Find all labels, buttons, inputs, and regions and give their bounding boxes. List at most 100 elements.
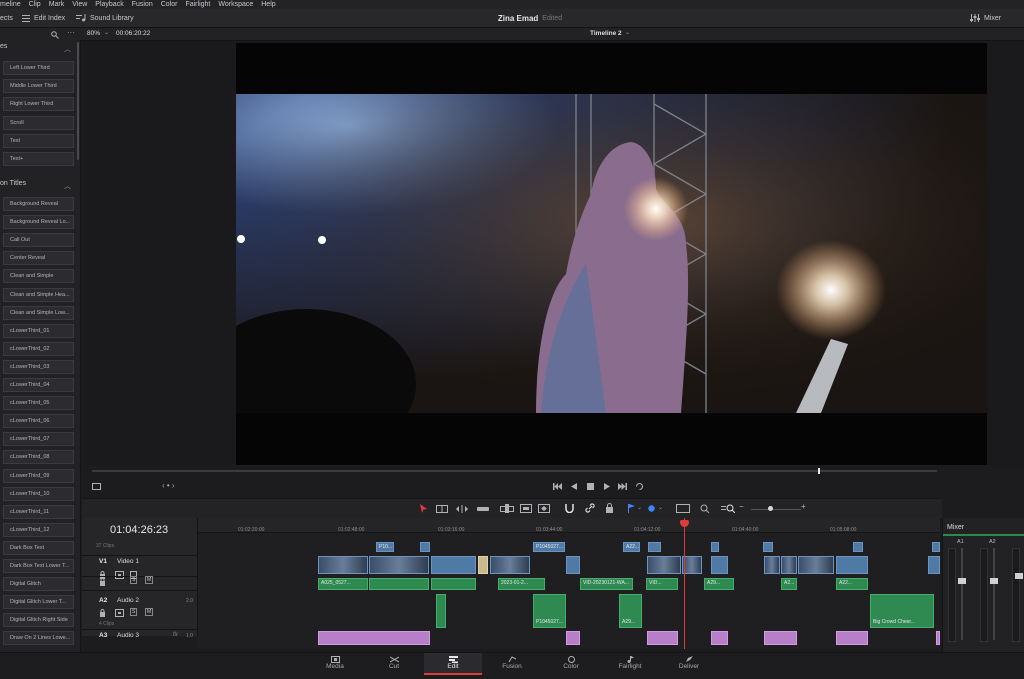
- skip-to-end-icon[interactable]: [618, 483, 627, 490]
- loop-icon[interactable]: [635, 482, 644, 491]
- jog-icon[interactable]: ‹ • ›: [162, 481, 175, 490]
- stop-icon[interactable]: [587, 483, 594, 490]
- audio-clip[interactable]: [318, 631, 430, 645]
- scrollbar[interactable]: [77, 42, 79, 160]
- video-clip[interactable]: [682, 556, 702, 574]
- playhead[interactable]: [684, 518, 685, 649]
- zoom-full-icon[interactable]: [676, 504, 690, 513]
- effect-item[interactable]: cLowerThird_02: [3, 341, 74, 356]
- menu-color[interactable]: Color: [161, 0, 178, 9]
- section-header-titles[interactable]: on Titles ︿: [0, 180, 78, 192]
- blade-tool-icon[interactable]: [477, 505, 489, 513]
- video-clip[interactable]: [648, 542, 661, 552]
- track-name-a3[interactable]: Audio 3: [117, 632, 139, 639]
- effect-item[interactable]: Right Lower Third: [3, 97, 74, 112]
- insert-clip-icon[interactable]: [500, 504, 514, 513]
- zoom-out-icon[interactable]: −: [739, 502, 744, 511]
- zoom-slider-handle[interactable]: [768, 506, 773, 511]
- effect-item[interactable]: Dark Box Text Lower T...: [3, 559, 74, 573]
- audio-clip[interactable]: P1045027...: [533, 594, 566, 628]
- timeline-ruler[interactable]: 01:02:20:00 01:02:48:00 01:03:16:00 01:0…: [198, 518, 940, 533]
- page-tab-fairlight[interactable]: Fairlight: [601, 653, 659, 675]
- effect-item[interactable]: Digital Glitch Lower T...: [3, 595, 74, 610]
- menu-help[interactable]: Help: [261, 0, 275, 9]
- fx-icon[interactable]: fx: [173, 632, 178, 638]
- search-icon[interactable]: [51, 31, 59, 39]
- video-clip[interactable]: [798, 556, 834, 574]
- fader-handle-a1[interactable]: [958, 578, 966, 584]
- effect-item[interactable]: Background Reveal Lo...: [3, 215, 74, 230]
- zoom-detail-icon[interactable]: [699, 504, 713, 513]
- solo-button[interactable]: S: [130, 576, 138, 584]
- menu-fairlight[interactable]: Fairlight: [185, 0, 210, 9]
- zoom-custom-icon[interactable]: [721, 504, 735, 513]
- effect-item[interactable]: cLowerThird_04: [3, 378, 74, 392]
- mute-button[interactable]: M: [145, 576, 154, 584]
- menu-mark[interactable]: Mark: [49, 0, 65, 9]
- mute-button[interactable]: M: [145, 608, 154, 616]
- chevron-up-icon[interactable]: ︿: [64, 44, 71, 54]
- more-options-icon[interactable]: ···: [67, 28, 75, 37]
- zoom-select[interactable]: 80%: [87, 30, 100, 37]
- video-clip[interactable]: [764, 556, 780, 574]
- effect-item[interactable]: Digital Glitch Right Side: [3, 613, 74, 628]
- audio-clip[interactable]: VID...: [646, 578, 678, 590]
- overwrite-clip-icon[interactable]: [520, 504, 532, 513]
- menu-clip[interactable]: Clip: [29, 0, 41, 9]
- timeline-name[interactable]: Timeline 2: [590, 30, 622, 37]
- video-clip[interactable]: [781, 556, 797, 574]
- lock-icon[interactable]: [99, 578, 106, 586]
- video-clip[interactable]: [318, 556, 368, 574]
- audio-clip[interactable]: 2023-01-2...: [498, 578, 545, 590]
- dynamic-trim-icon[interactable]: [456, 505, 468, 513]
- effect-item[interactable]: Text: [3, 133, 74, 148]
- video-clip[interactable]: [711, 556, 728, 574]
- audio-clip[interactable]: A2...: [781, 578, 797, 590]
- video-clip[interactable]: [853, 542, 863, 552]
- video-clip[interactable]: [478, 556, 488, 574]
- snapping-icon[interactable]: [565, 503, 574, 513]
- video-clip[interactable]: P1045027...: [533, 542, 565, 552]
- replace-clip-icon[interactable]: [538, 504, 550, 513]
- page-tab-color[interactable]: Color: [542, 653, 600, 675]
- lock-icon[interactable]: [605, 503, 614, 513]
- effect-item[interactable]: cLowerThird_09: [3, 468, 74, 483]
- lock-icon[interactable]: [99, 609, 106, 617]
- video-clip[interactable]: [711, 542, 719, 552]
- menu-timeline[interactable]: meline: [0, 0, 21, 9]
- menu-view[interactable]: View: [72, 0, 87, 9]
- effect-item[interactable]: cLowerThird_12: [3, 522, 74, 537]
- audio-clip[interactable]: [836, 631, 868, 645]
- video-clip[interactable]: [566, 556, 580, 574]
- audio-clip[interactable]: [711, 631, 728, 645]
- effect-item[interactable]: Center Reveal: [3, 251, 74, 266]
- play-reverse-icon[interactable]: [571, 483, 577, 490]
- timeline[interactable]: 01:02:20:00 01:02:48:00 01:03:16:00 01:0…: [198, 518, 940, 649]
- effect-item[interactable]: Clean and Simple Low...: [3, 305, 74, 320]
- auto-track-select-icon[interactable]: [115, 571, 124, 579]
- audio-clip[interactable]: A29...: [704, 578, 734, 590]
- chevron-down-icon[interactable]: ⌄: [658, 504, 663, 511]
- page-tab-edit[interactable]: Edit: [424, 653, 482, 675]
- video-frame-image[interactable]: [236, 94, 987, 413]
- page-tab-media[interactable]: Media: [306, 653, 364, 675]
- audio-clip[interactable]: [647, 631, 678, 645]
- effect-item[interactable]: cLowerThird_07: [3, 432, 74, 447]
- effect-item[interactable]: cLowerThird_10: [3, 486, 74, 501]
- edit-index-button[interactable]: Edit Index: [22, 9, 65, 27]
- video-clip[interactable]: A22...: [623, 542, 640, 552]
- video-clip[interactable]: [932, 542, 940, 552]
- effect-item[interactable]: Clean and Simple: [3, 269, 74, 284]
- menu-playback[interactable]: Playback: [95, 0, 123, 9]
- video-clip[interactable]: [431, 556, 476, 574]
- effect-item[interactable]: cLowerThird_06: [3, 414, 74, 429]
- chevron-down-icon[interactable]: ⌄: [637, 504, 642, 511]
- audio-clip[interactable]: [436, 594, 446, 628]
- fader-handle-a2[interactable]: [990, 578, 998, 584]
- mixer-button[interactable]: Mixer: [970, 9, 1001, 27]
- effect-item[interactable]: Dark Box Text: [3, 540, 74, 555]
- effect-item[interactable]: cLowerThird_11: [3, 504, 74, 519]
- video-clip[interactable]: [490, 556, 530, 574]
- effects-button[interactable]: ects: [0, 9, 13, 27]
- effect-item[interactable]: Text+: [3, 152, 74, 166]
